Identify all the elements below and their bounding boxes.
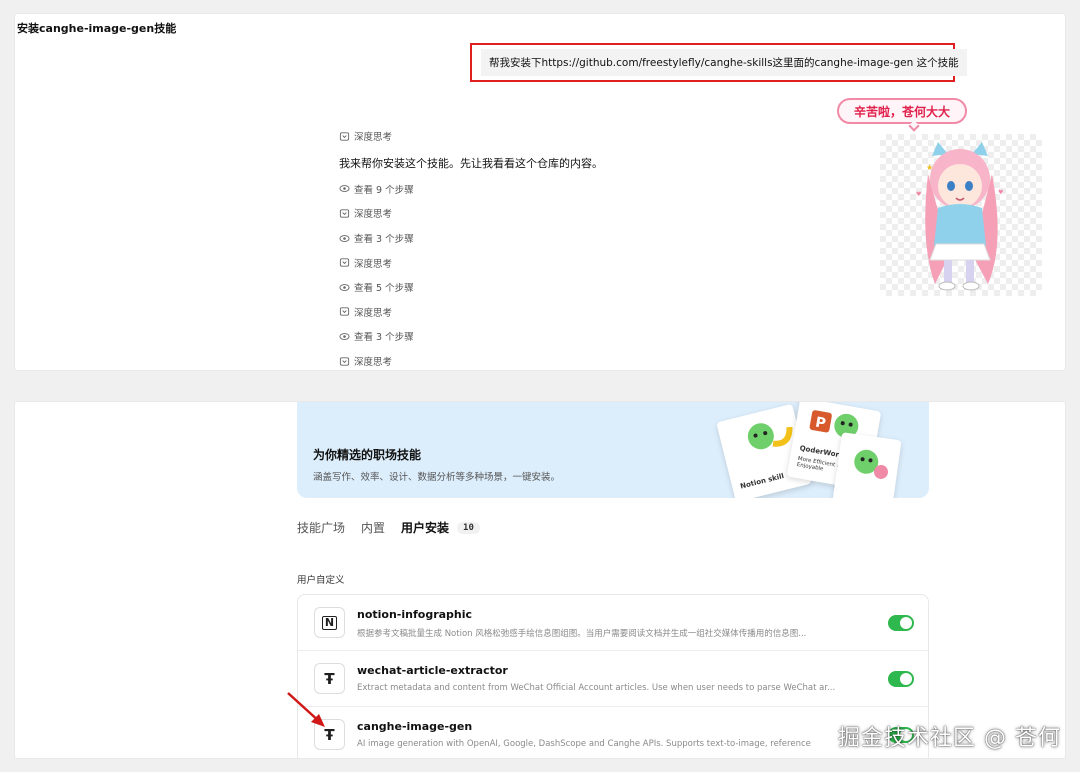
assistant-answer: 我来帮你安装这个技能。先让我看看这个仓库的内容。 <box>339 156 603 170</box>
promo-card-caption: Notion skill <box>739 472 785 491</box>
skills-panel: 为你精选的职场技能 涵盖写作、效率、设计、数据分析等多种场景，一键安装。 Not… <box>15 402 1065 758</box>
skill-description: Extract metadata and content from WeChat… <box>357 683 836 693</box>
chat-panel: 安装canghe-image-gen技能 帮我安装下https://github… <box>15 14 1065 370</box>
step-label: 深度思考 <box>354 132 393 144</box>
step-label: 查看 3 个步骤 <box>354 234 414 246</box>
tab-skill-plaza[interactable]: 技能广场 <box>297 519 345 536</box>
section-label-user-custom: 用户自定义 <box>297 575 345 586</box>
step-label: 深度思考 <box>354 357 393 369</box>
deep-think-toggle[interactable]: 深度思考 <box>339 349 859 370</box>
deep-think-toggle[interactable]: 深度思考 <box>339 250 859 275</box>
chat-title: 安装canghe-image-gen技能 <box>17 22 177 35</box>
deep-think-toggle[interactable]: 深度思考 <box>339 300 859 325</box>
skill-row[interactable]: Ŧ canghe-image-gen AI image generation w… <box>298 707 928 758</box>
banner-subtitle: 涵盖写作、效率、设计、数据分析等多种场景，一键安装。 <box>313 472 561 483</box>
banner-title: 为你精选的职场技能 <box>313 448 422 462</box>
promo-card-extra <box>832 432 902 498</box>
step-label: 深度思考 <box>354 307 393 319</box>
brain-icon <box>339 258 350 267</box>
mascot-speech-bubble: 辛苦啦，苍何大大 <box>837 98 967 124</box>
brain-icon <box>339 307 350 316</box>
view-steps-toggle[interactable]: 查看 9 个步骤 <box>339 177 859 202</box>
skill-row[interactable]: Ŧ wechat-article-extractor Extract metad… <box>298 651 928 707</box>
brain-icon <box>339 209 350 218</box>
view-steps-toggle[interactable]: 查看 5 个步骤 <box>339 275 859 300</box>
step-label: 查看 3 个步骤 <box>354 332 414 344</box>
brain-icon <box>339 132 350 141</box>
skill-name: notion-infographic <box>357 608 473 621</box>
tab-user-installed[interactable]: 用户安装 <box>401 519 449 536</box>
watermark: 掘金技术社区 @ 苍何 <box>838 726 1061 751</box>
eye-icon <box>339 234 350 242</box>
user-message-highlight: 帮我安装下https://github.com/freestylefly/can… <box>470 43 967 82</box>
red-pointer-arrow-icon <box>287 692 325 727</box>
step-label: 深度思考 <box>354 258 393 270</box>
user-message: 帮我安装下https://github.com/freestylefly/can… <box>481 49 967 76</box>
tab-builtin[interactable]: 内置 <box>361 519 385 536</box>
step-label: 查看 9 个步骤 <box>354 184 414 196</box>
svg-text:♥: ♥ <box>998 189 1003 196</box>
eye-icon <box>339 333 350 340</box>
skill-list: N notion-infographic 根据参考文稿批量生成 Notion 风… <box>297 594 929 758</box>
view-steps-toggle[interactable]: 查看 3 个步骤 <box>339 226 859 251</box>
brain-icon <box>339 356 350 366</box>
skill-enable-toggle[interactable] <box>888 671 914 687</box>
eye-icon <box>339 185 350 193</box>
agent-steps: 深度思考 我来帮你安装这个技能。先让我看看这个仓库的内容。 查看 9 个步骤 深… <box>339 124 859 370</box>
skill-description: 根据参考文稿批量生成 Notion 风格松弛感手绘信息图组图。当用户需要阅读文档… <box>357 629 807 639</box>
skill-enable-toggle[interactable] <box>888 615 914 631</box>
deep-think-toggle[interactable]: 深度思考 <box>339 201 859 226</box>
skill-tabs: 技能广场 内置 用户安装 10 <box>297 519 480 536</box>
skill-row[interactable]: N notion-infographic 根据参考文稿批量生成 Notion 风… <box>298 595 928 651</box>
eye-icon <box>339 283 350 291</box>
green-character-icon <box>854 449 889 479</box>
anime-girl-illustration: ★ ♥ ♥ <box>916 142 1003 291</box>
anime-girl-mascot: ★ ♥ ♥ <box>880 134 1042 296</box>
svg-text:★: ★ <box>926 163 933 172</box>
svg-text:♥: ♥ <box>916 191 921 198</box>
notion-icon: N <box>314 607 345 638</box>
skill-description: AI image generation with OpenAI, Google,… <box>357 739 811 749</box>
step-label: 查看 5 个步骤 <box>354 283 414 295</box>
deep-think-toggle[interactable]: 深度思考 <box>339 124 859 149</box>
skill-name: wechat-article-extractor <box>357 664 508 677</box>
featured-skills-banner[interactable]: 为你精选的职场技能 涵盖写作、效率、设计、数据分析等多种场景，一键安装。 Not… <box>297 402 929 498</box>
step-label: 深度思考 <box>354 209 393 221</box>
view-steps-toggle[interactable]: 查看 3 个步骤 <box>339 324 859 349</box>
skill-name: canghe-image-gen <box>357 720 473 733</box>
installed-count-badge: 10 <box>457 521 480 534</box>
